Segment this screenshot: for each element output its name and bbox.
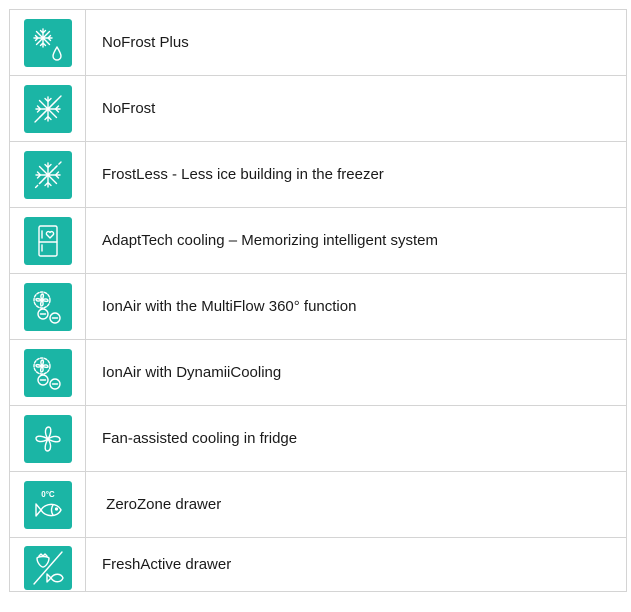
table-row: IonAir with the MultiFlow 360° function bbox=[9, 273, 627, 340]
feature-label: ZeroZone drawer bbox=[85, 471, 627, 538]
icon-cell bbox=[9, 273, 86, 340]
icon-cell bbox=[9, 207, 86, 274]
table-row: 0°C ZeroZone drawer bbox=[9, 471, 627, 538]
table-row: FrostLess - Less ice building in the fre… bbox=[9, 141, 627, 208]
table-row: Fan-assisted cooling in fridge bbox=[9, 405, 627, 472]
table-row: AdaptTech cooling – Memorizing intellige… bbox=[9, 207, 627, 274]
zero-degree-label: 0°C bbox=[41, 490, 55, 499]
fridge-heart-icon bbox=[23, 216, 72, 265]
strawberry-fish-icon bbox=[23, 545, 72, 590]
fish-zero-degree-icon: 0°C bbox=[23, 480, 72, 529]
table-row: IonAir with DynamiiCooling bbox=[9, 339, 627, 406]
icon-cell bbox=[9, 75, 86, 142]
feature-label: NoFrost Plus bbox=[85, 9, 627, 76]
icon-cell bbox=[9, 9, 86, 76]
icon-cell bbox=[9, 537, 86, 592]
icon-cell: 0°C bbox=[9, 471, 86, 538]
icon-cell bbox=[9, 405, 86, 472]
snowflake-drop-icon bbox=[23, 18, 72, 67]
feature-label: IonAir with the MultiFlow 360° function bbox=[85, 273, 627, 340]
feature-label: FrostLess - Less ice building in the fre… bbox=[85, 141, 627, 208]
icon-cell bbox=[9, 339, 86, 406]
table-row: NoFrost Plus bbox=[9, 9, 627, 76]
snowflake-dashed-slash-icon bbox=[23, 150, 72, 199]
feature-label: AdaptTech cooling – Memorizing intellige… bbox=[85, 207, 627, 274]
icon-cell bbox=[9, 141, 86, 208]
feature-label: IonAir with DynamiiCooling bbox=[85, 339, 627, 406]
snowflake-slash-icon bbox=[23, 84, 72, 133]
feature-label: Fan-assisted cooling in fridge bbox=[85, 405, 627, 472]
table-row: FreshActive drawer bbox=[9, 537, 627, 592]
table-row: NoFrost bbox=[9, 75, 627, 142]
fan-ions-icon bbox=[23, 282, 72, 331]
feature-label: NoFrost bbox=[85, 75, 627, 142]
features-table: NoFrost Plus NoFrost FrostLess - Less ic… bbox=[9, 9, 627, 592]
feature-label: FreshActive drawer bbox=[85, 537, 627, 592]
fan-icon bbox=[23, 414, 72, 463]
fan-ions-icon bbox=[23, 348, 72, 397]
